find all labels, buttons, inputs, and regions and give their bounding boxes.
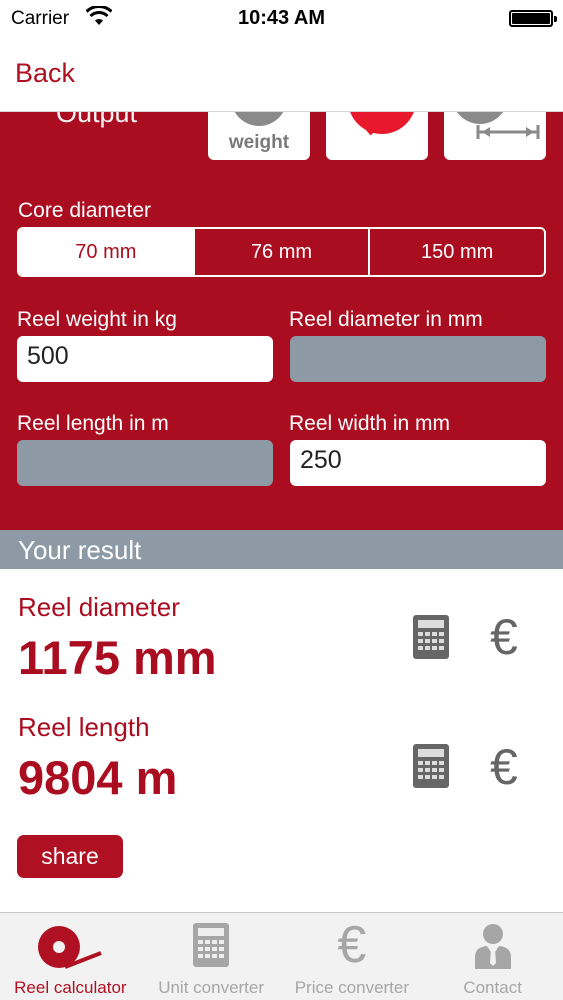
tab-label: Price converter (294, 978, 410, 997)
tab-bar: Reel calculator Unit converter € Price c… (0, 912, 563, 1000)
reel-length-input[interactable] (17, 440, 273, 486)
reel-icon (38, 926, 103, 969)
core-diameter-selector: 70 mm 76 mm 150 mm (17, 227, 546, 277)
result-diameter-label: Reel diameter (18, 592, 180, 622)
tab-label: Reel calculator (14, 978, 127, 997)
navigation-bar: Back (0, 40, 563, 112)
clock: 10:43 AM (237, 7, 326, 29)
reel-diameter-icon (350, 112, 414, 136)
euro-price-button[interactable]: € (490, 742, 518, 792)
tab-reel-calculator[interactable]: Reel calculator (0, 913, 141, 1000)
tab-contact[interactable]: Contact (422, 913, 563, 1000)
tab-price-converter[interactable]: € Price converter (282, 913, 423, 1000)
reel-diameter-label: Reel diameter in mm (289, 308, 483, 331)
result-header-label: Your result (18, 535, 142, 565)
reel-weight-input[interactable]: 500 (17, 336, 273, 382)
result-length-label: Reel length (18, 712, 150, 742)
output-reel-length-button[interactable] (444, 112, 546, 160)
status-bar: Carrier 10:43 AM (0, 0, 563, 40)
back-button[interactable]: Back (15, 58, 75, 89)
person-icon (474, 924, 511, 969)
calculator-icon[interactable] (413, 744, 449, 788)
reel-weight-label: Reel weight in kg (17, 308, 177, 331)
output-weight-button[interactable]: weight (208, 112, 310, 160)
reel-width-input[interactable]: 250 (290, 440, 546, 486)
tab-unit-converter[interactable]: Unit converter (141, 913, 282, 1000)
core-option-150mm[interactable]: 150 mm (370, 229, 544, 275)
share-button[interactable]: share (17, 835, 123, 878)
core-option-76mm[interactable]: 76 mm (195, 229, 371, 275)
result-header: Your result (0, 530, 563, 569)
tab-label: Unit converter (158, 978, 265, 997)
core-diameter-label: Core diameter (18, 199, 152, 222)
euro-icon: € (337, 916, 367, 974)
battery-icon (509, 10, 557, 27)
output-label: Output (56, 112, 138, 128)
tab-label: Contact (463, 978, 522, 997)
reel-width-label: Reel width in mm (289, 412, 451, 435)
core-option-70mm[interactable]: 70 mm (19, 229, 195, 275)
euro-price-button[interactable]: € (490, 612, 518, 662)
reel-length-label: Reel length in m (17, 412, 169, 435)
result-length-value: 9804 m (18, 751, 178, 804)
reel-diameter-input[interactable] (290, 336, 546, 382)
reel-length-icon (457, 112, 540, 139)
calculator-icon[interactable] (413, 615, 449, 659)
calculator-icon (193, 923, 230, 967)
output-reel-diameter-button[interactable] (326, 112, 428, 160)
input-panel: Output weight Core diameter 70 mm 76 mm … (0, 112, 563, 530)
result-diameter-value: 1175 mm (18, 631, 217, 684)
output-weight-caption: weight (228, 132, 290, 153)
